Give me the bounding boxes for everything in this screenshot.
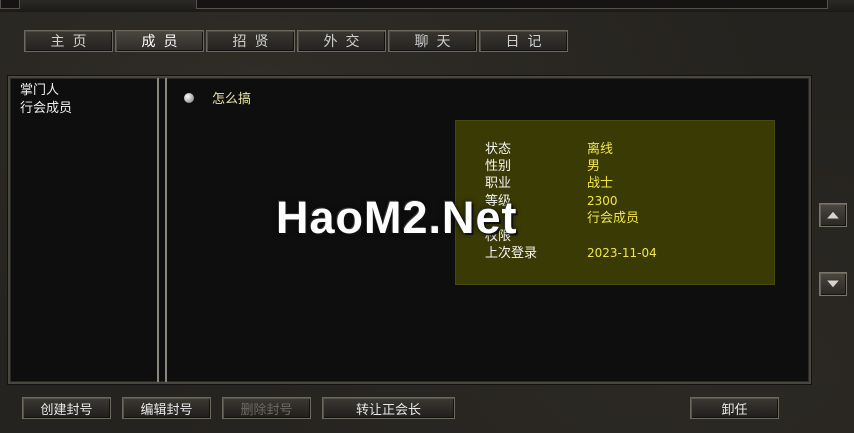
role-list: 掌门人 行会成员 (20, 82, 72, 118)
tab-recruit[interactable]: 招贤 (206, 30, 295, 52)
resign-button[interactable]: 卸任 (690, 397, 779, 419)
role-item-member[interactable]: 行会成员 (20, 100, 72, 118)
tab-chat[interactable]: 聊天 (388, 30, 477, 52)
scroll-up-button[interactable] (819, 203, 847, 227)
info-value: 战士 (587, 176, 614, 191)
arrow-down-icon (825, 279, 841, 289)
tab-diplomacy[interactable]: 外交 (297, 30, 386, 52)
member-list-item[interactable]: 怎么搞 (184, 88, 251, 107)
create-title-button[interactable]: 创建封号 (22, 397, 111, 419)
arrow-up-icon (825, 210, 841, 220)
tab-members[interactable]: 成员 (115, 30, 204, 52)
watermark-text: HaoM2.Net (276, 192, 518, 243)
transfer-leader-button[interactable]: 转让正会长 (322, 397, 455, 419)
info-value: 2300 (587, 194, 618, 208)
column-divider (165, 78, 167, 382)
top-bar-segment (0, 0, 20, 9)
info-label: 状态 (485, 142, 512, 157)
tab-bar: 主页 成员 招贤 外交 聊天 日记 (24, 30, 568, 54)
info-value: 行会成员 (587, 211, 640, 226)
role-item-leader[interactable]: 掌门人 (20, 82, 72, 100)
info-value: 2023-11-04 (587, 246, 657, 260)
scroll-down-button[interactable] (819, 272, 847, 296)
info-label: 上次登录 (485, 246, 538, 261)
info-value: 离线 (587, 142, 614, 157)
tab-home[interactable]: 主页 (24, 30, 113, 52)
grey-dot-icon (184, 92, 194, 103)
info-value: 男 (587, 159, 601, 174)
delete-title-button[interactable]: 删除封号 (222, 397, 311, 419)
tab-diary[interactable]: 日记 (479, 30, 568, 52)
member-name: 怎么搞 (212, 92, 252, 107)
top-bar-segment (196, 0, 828, 9)
info-label: 性别 (485, 159, 512, 174)
edit-title-button[interactable]: 编辑封号 (122, 397, 211, 419)
column-divider (157, 78, 159, 382)
info-label: 职业 (485, 176, 512, 191)
